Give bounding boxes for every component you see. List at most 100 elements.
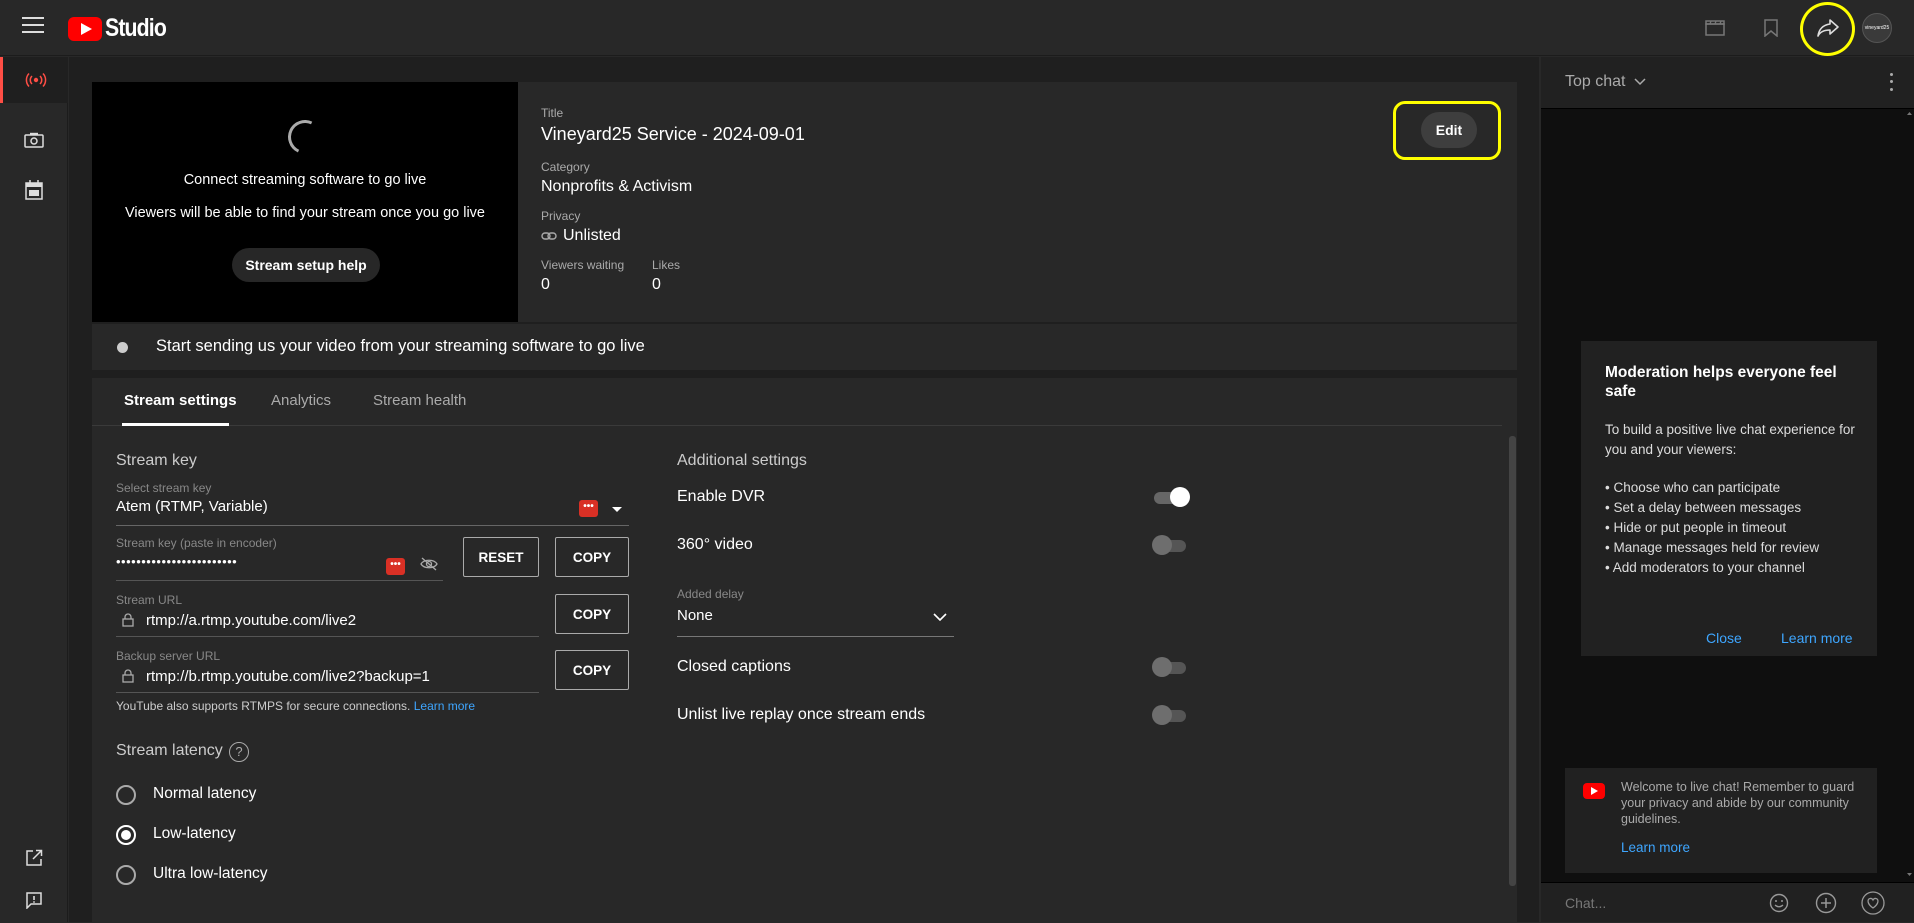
emoji-icon[interactable] [1767,891,1791,915]
viewers-waiting-label: Viewers waiting [541,258,625,272]
moderation-item: • Manage messages held for review [1605,540,1820,555]
bookmark-icon[interactable] [1757,14,1785,42]
rtmps-note-text: YouTube also supports RTMPS for secure c… [116,699,411,713]
privacy-label: Privacy [541,209,581,223]
stream-url-label: Stream URL [116,593,183,607]
nav-open-external-icon[interactable] [0,835,68,881]
moderation-card: Moderation helps everyone feel safe To b… [1581,341,1877,656]
status-dot-icon [117,342,128,353]
welcome-text: Welcome to live chat! Remember to guard … [1621,780,1855,826]
moderation-item: • Add moderators to your channel [1605,560,1805,575]
stream-latency-title: Stream latency [116,742,223,759]
unlist-replay-toggle[interactable] [1152,705,1188,725]
stream-details: Title Vineyard25 Service - 2024-09-01 Ca… [518,82,1517,322]
stream-setup-help-button[interactable]: Stream setup help [232,248,380,282]
chat-more-icon[interactable] [1887,71,1895,93]
tab-stream-health[interactable]: Stream health [373,392,466,409]
enable-dvr-toggle[interactable] [1152,487,1190,507]
added-delay-label: Added delay [677,587,744,601]
select-stream-key-value[interactable]: Atem (RTMP, Variable) [116,498,268,515]
copy-backup-button[interactable]: COPY [555,650,629,690]
studio-logo[interactable]: Studio [68,14,177,43]
added-delay-value[interactable]: None [677,607,713,624]
reset-button[interactable]: RESET [463,537,539,577]
moderation-learn-more-button[interactable]: Learn more [1781,630,1853,646]
copy-url-button[interactable]: COPY [555,594,629,634]
chat-scrollbar[interactable] [1905,109,1914,879]
rtmps-learn-more-link[interactable]: Learn more [414,699,475,713]
ultra-low-latency-label: Ultra low-latency [153,865,268,882]
heart-icon[interactable] [1861,891,1885,915]
top-bar: Studio vineyard25 [0,0,1914,56]
clapperboard-icon[interactable] [1701,14,1729,42]
status-text: Start sending us your video from your st… [156,337,645,355]
logo-text: Studio [105,14,167,42]
stream-url-underline [116,636,539,637]
settings-tabs: Stream settings Analytics Stream health [92,378,1502,426]
moderation-item: • Choose who can participate [1605,480,1781,495]
stream-key-label: Stream key (paste in encoder) [116,536,277,550]
stream-title: Vineyard25 Service - 2024-09-01 [541,124,805,144]
link-icon [541,232,557,240]
tab-stream-settings[interactable]: Stream settings [124,392,237,409]
help-icon[interactable]: ? [229,742,249,762]
title-label: Title [541,106,564,120]
category-value: Nonprofits & Activism [541,178,693,195]
chevron-down-icon [1634,78,1646,86]
backup-url-label: Backup server URL [116,649,221,663]
settings-panel: Stream settings Analytics Stream health … [92,378,1517,922]
stream-key-badge-icon: ••• [579,500,598,517]
left-nav [0,57,68,922]
dropdown-arrow-icon[interactable] [611,506,623,513]
moderation-close-button[interactable]: Close [1706,630,1742,646]
backup-url-underline [116,692,539,693]
radio-low-latency[interactable] [116,825,136,845]
stream-key-field[interactable]: •••••••••••••••••••••••• [116,554,237,569]
nav-stream-icon[interactable] [0,57,68,103]
settings-scrollbar[interactable] [1509,436,1516,886]
category-label: Category [541,160,590,174]
closed-captions-label: Closed captions [677,658,791,675]
copy-key-button[interactable]: COPY [555,537,629,577]
tab-underline [122,423,229,426]
edit-button[interactable]: Edit [1421,112,1477,148]
normal-latency-label: Normal latency [153,785,257,802]
backup-url-value: rtmp://b.rtmp.youtube.com/live2?backup=1 [146,668,430,685]
chat-input[interactable] [1565,891,1765,915]
add-icon[interactable] [1814,891,1838,915]
welcome-learn-more-link[interactable]: Learn more [1621,840,1690,855]
delay-chevron-down-icon[interactable] [933,613,947,621]
radio-ultra-low-latency[interactable] [116,865,136,885]
enable-dvr-label: Enable DVR [677,488,766,505]
avatar[interactable]: vineyard25 [1862,13,1892,43]
menu-icon[interactable] [22,17,44,35]
select-stream-key-label: Select stream key [116,481,212,495]
stream-preview: Connect streaming software to go live Vi… [92,82,518,322]
radio-normal-latency[interactable] [116,785,136,805]
nav-webcam-icon[interactable] [0,117,68,163]
nav-feedback-icon[interactable] [0,877,68,923]
tab-analytics[interactable]: Analytics [271,392,331,409]
moderation-title: Moderation helps everyone feel safe [1605,364,1837,400]
select-underline [116,525,629,526]
moderation-item: • Set a delay between messages [1605,500,1802,515]
stream-url-value: rtmp://a.rtmp.youtube.com/live2 [146,612,357,629]
closed-captions-toggle[interactable] [1152,657,1188,677]
status-bar: Start sending us your video from your st… [92,323,1517,370]
nav-schedule-icon[interactable] [0,167,68,213]
youtube-icon [1583,783,1605,799]
chat-input-bar [1541,882,1914,922]
chat-header: Top chat [1541,57,1914,109]
stream-key-title: Stream key [116,452,197,469]
lock-icon [122,613,134,627]
top-chat-dropdown[interactable]: Top chat [1565,73,1646,91]
loading-spinner-icon [283,115,327,159]
hide-eye-icon[interactable] [420,557,438,571]
video-360-toggle[interactable] [1152,535,1188,555]
moderation-body: To build a positive live chat experience… [1605,422,1855,457]
privacy-value: Unlisted [563,227,621,244]
likes-label: Likes [652,258,681,272]
viewers-waiting-value: 0 [541,276,550,293]
moderation-item: • Hide or put people in timeout [1605,520,1787,535]
backup-lock-icon [122,669,134,683]
